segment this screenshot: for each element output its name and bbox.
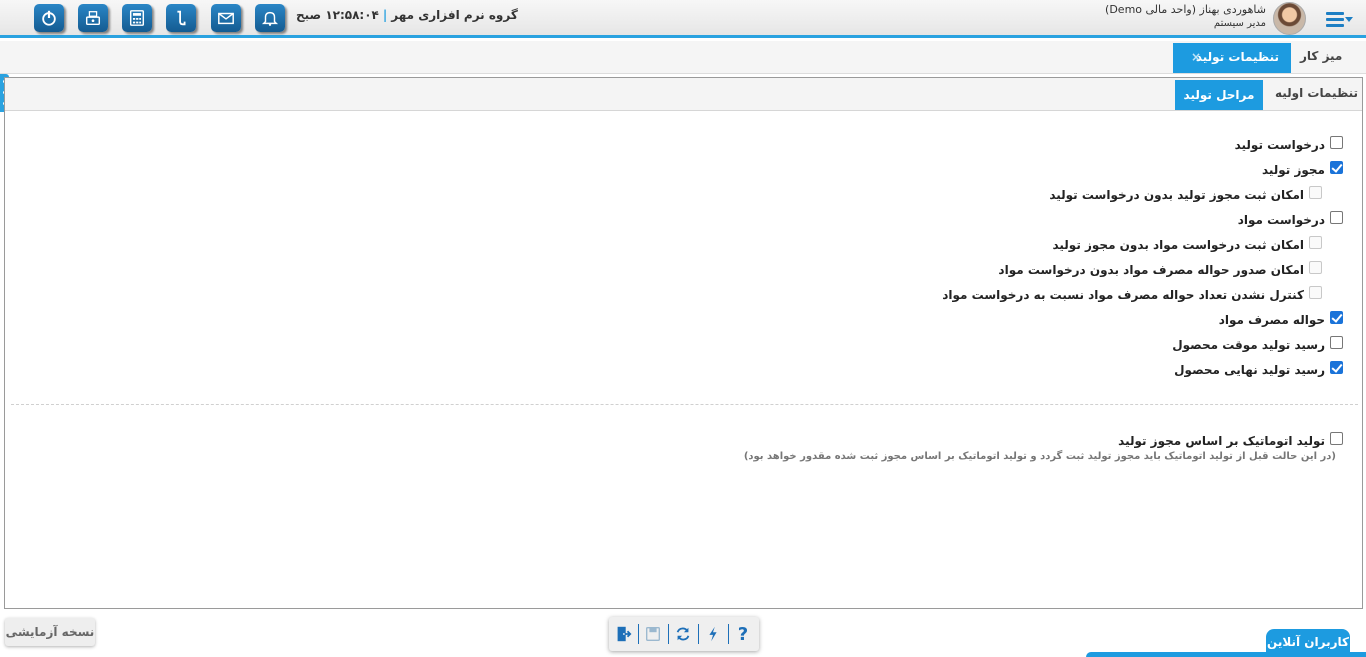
company-name: گروه نرم افزاری مهر: [391, 8, 518, 22]
option-label: امکان صدور حواله مصرف مواد بدون درخواست …: [998, 263, 1304, 277]
option-checkbox: [1309, 185, 1322, 199]
save-icon: [640, 621, 666, 647]
option-label: امکان ثبت مجوز تولید بدون درخواست تولید: [1049, 188, 1304, 202]
tab-basic-settings[interactable]: تنظیمات اولیه: [1275, 86, 1358, 100]
option-checkbox[interactable]: [1330, 160, 1343, 174]
divider: [11, 404, 1358, 405]
auto-production-note: (در این حالت قبل از تولید اتوماتیک باید …: [743, 451, 1336, 462]
bell-icon[interactable]: [255, 4, 285, 32]
option-label: امکان ثبت درخواست مواد بدون مجوز تولید: [1052, 238, 1304, 252]
power-icon[interactable]: [34, 4, 64, 32]
help-icon[interactable]: ?: [730, 621, 756, 647]
clock: ۱۲:۵۸:۰۴ صبح: [296, 8, 379, 22]
demo-badge: نسخه آزمایشی: [5, 618, 95, 646]
option-checkbox[interactable]: [1330, 310, 1343, 324]
option-label: کنترل نشدن تعداد حواله مصرف مواد نسبت به…: [942, 288, 1304, 302]
option-checkbox: [1309, 285, 1322, 299]
option-checkbox: [1309, 260, 1322, 274]
option-label: درخواست مواد: [1237, 213, 1325, 227]
option-checkbox: [1309, 235, 1322, 249]
option-label: رسید تولید موقت محصول: [1172, 338, 1325, 352]
option-row[interactable]: درخواست مواد: [1238, 210, 1343, 230]
option-row[interactable]: حواله مصرف مواد: [1219, 310, 1343, 330]
option-row: کنترل نشدن تعداد حواله مصرف مواد نسبت به…: [942, 285, 1322, 305]
online-users-bar: [1086, 652, 1366, 657]
option-row[interactable]: مجوز تولید: [1262, 160, 1343, 180]
option-label: درخواست تولید: [1234, 138, 1325, 152]
top-header: شاهوردی بهناز (واحد مالی Demo) مدیر سیست…: [0, 0, 1366, 38]
auto-production-label: تولید اتوماتیک بر اساس مجوز تولید: [1118, 434, 1325, 448]
settings-panel: تنظیمات اولیه مراحل تولید درخواست تولید م…: [4, 77, 1363, 609]
user-role: مدیر سیستم: [1213, 18, 1266, 29]
tab-strip: میز کار × تنظیمات تولید: [0, 41, 1366, 74]
user-name: شاهوردی بهناز (واحد مالی Demo): [1105, 3, 1266, 16]
option-row[interactable]: درخواست تولید: [1235, 135, 1343, 155]
tab-label: تنظیمات تولید: [1195, 50, 1279, 64]
tab-production-settings[interactable]: × تنظیمات تولید: [1173, 43, 1291, 73]
refresh-icon[interactable]: [670, 621, 696, 647]
tab-desktop[interactable]: میز کار: [1300, 49, 1342, 63]
option-row[interactable]: رسید تولید موقت محصول: [1172, 335, 1343, 355]
company-clock: گروه نرم افزاری مهر|۱۲:۵۸:۰۴ صبح: [296, 8, 518, 22]
option-checkbox[interactable]: [1330, 335, 1343, 349]
option-row: امکان ثبت درخواست مواد بدون مجوز تولید: [1052, 235, 1322, 255]
auto-production-checkbox[interactable]: [1330, 431, 1343, 445]
option-checkbox[interactable]: [1330, 210, 1343, 224]
option-row: امکان ثبت مجوز تولید بدون درخواست تولید: [1049, 185, 1322, 205]
option-row[interactable]: رسید تولید نهایی محصول: [1174, 360, 1343, 380]
option-label: رسید تولید نهایی محصول: [1174, 363, 1325, 377]
avatar[interactable]: [1273, 2, 1306, 35]
subtabs: تنظیمات اولیه مراحل تولید: [5, 78, 1362, 111]
option-label: حواله مصرف مواد: [1218, 313, 1325, 327]
option-checkbox[interactable]: [1330, 360, 1343, 374]
calculator-icon[interactable]: [122, 4, 152, 32]
mail-icon[interactable]: [211, 4, 241, 32]
main-menu-button[interactable]: [1323, 8, 1353, 30]
bottom-toolbar: ?: [609, 617, 759, 651]
flash-icon[interactable]: [700, 621, 726, 647]
tab-production-stages[interactable]: مراحل تولید: [1175, 80, 1263, 110]
option-row: امکان صدور حواله مصرف مواد بدون درخواست …: [998, 260, 1322, 280]
auto-production-option[interactable]: تولید اتوماتیک بر اساس مجوز تولید: [1118, 431, 1343, 451]
cashier-icon[interactable]: [78, 4, 108, 32]
phone-icon[interactable]: [166, 4, 196, 32]
option-label: مجوز تولید: [1261, 163, 1325, 177]
option-checkbox[interactable]: [1330, 135, 1343, 149]
exit-icon[interactable]: [610, 621, 636, 647]
